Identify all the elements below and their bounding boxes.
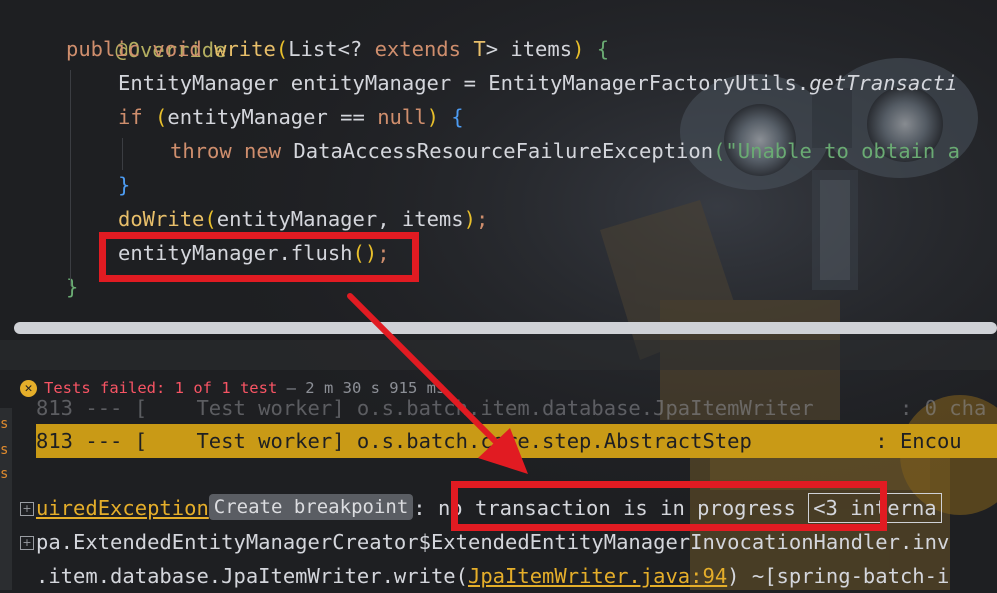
annotation-arrow	[347, 293, 528, 474]
